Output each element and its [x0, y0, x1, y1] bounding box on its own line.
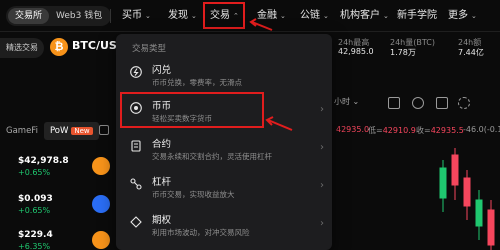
chevron-down-icon: ⌄ — [280, 12, 286, 20]
menu-item-desc: 币币交易，实现收益放大 — [152, 190, 235, 199]
chevron-down-icon: ⌄ — [191, 12, 197, 20]
market-tabs: GameFi PoW New — [0, 122, 99, 140]
menu-item-label: 闪兑 — [152, 65, 172, 76]
chevron-down-icon: ⌄ — [323, 12, 329, 20]
divider — [110, 9, 111, 23]
segment-switch[interactable]: 交易所 Web3 钱包 — [6, 6, 112, 26]
nav-more[interactable]: 更多 ⌄ — [448, 7, 477, 25]
nav-buy-crypto[interactable]: 买币 ⌄ — [122, 7, 151, 25]
options-icon — [130, 216, 142, 228]
chevron-down-icon: ⌄ — [471, 12, 477, 20]
menu-item-label: 合约 — [152, 139, 172, 150]
ohlc-open: 42935.0 — [336, 125, 370, 134]
draw-icon[interactable] — [412, 97, 424, 109]
bitcoin-icon: ₿ — [50, 38, 68, 56]
coin-icon — [92, 195, 110, 213]
new-badge: New — [71, 127, 93, 135]
candlestick-chart[interactable] — [330, 140, 500, 250]
menu-item-desc: 交易永续和交割合约，灵活使用杠杆 — [152, 152, 272, 161]
menu-item-options[interactable]: 期权 利用市场波动，对冲交易风险 › — [116, 210, 332, 246]
dropdown-title: 交易类型 — [132, 44, 167, 54]
segment-web3-wallet[interactable]: Web3 钱包 — [49, 8, 109, 24]
menu-item-flash-swap[interactable]: 闪兑 币币兑换，零费率，无滑点 — [116, 60, 332, 96]
filter-icon[interactable] — [99, 125, 109, 135]
market-price: $229.4 — [18, 230, 53, 240]
menu-item-label: 杠杆 — [152, 177, 172, 188]
layout-icon[interactable] — [436, 97, 448, 109]
tab-pow[interactable]: PoW New — [43, 122, 99, 140]
market-price: $42,978.8 — [18, 156, 69, 166]
chevron-right-icon: › — [320, 104, 324, 115]
stat-value: 7.44亿 — [458, 48, 484, 57]
timeframe-selector[interactable]: 小时 ⌄ — [334, 96, 359, 107]
lightning-icon — [130, 66, 142, 78]
ohlc-low: 低=42910.9 — [368, 126, 416, 135]
chevron-down-icon: ⌄ — [383, 12, 389, 20]
chevron-right-icon: › — [320, 142, 324, 153]
chevron-right-icon: › — [320, 218, 324, 229]
menu-item-contract[interactable]: 合约 交易永续和交割合约，灵活使用杠杆 › — [116, 134, 332, 170]
market-change: +0.65% — [18, 206, 51, 215]
nav-academy[interactable]: 新手学院 — [397, 7, 437, 25]
highlight-box-trade — [203, 2, 245, 29]
arrow-annotation — [265, 116, 293, 131]
highlight-box-spot — [120, 92, 264, 128]
menu-item-desc: 币币兑换，零费率，无滑点 — [152, 78, 242, 87]
nav-discover[interactable]: 发现 ⌄ — [168, 7, 197, 25]
trade-type-dropdown: 交易类型 闪兑 币币兑换，零费率，无滑点 币币 轻松买卖数字货币 › 合约 交易… — [116, 34, 332, 250]
menu-item-margin[interactable]: 杠杆 币币交易，实现收益放大 › — [116, 172, 332, 208]
market-change: +6.35% — [18, 242, 51, 250]
segment-exchange[interactable]: 交易所 — [8, 8, 50, 24]
menu-item-label: 期权 — [152, 215, 172, 226]
nav-chain[interactable]: 公链 ⌄ — [300, 7, 329, 25]
chevron-down-icon: ⌄ — [145, 12, 151, 20]
coin-icon — [92, 157, 110, 175]
contract-icon — [131, 140, 141, 152]
leverage-icon — [130, 178, 142, 190]
settings-icon[interactable] — [458, 97, 470, 109]
indicator-icon[interactable] — [388, 97, 400, 109]
chevron-right-icon: › — [320, 180, 324, 191]
stat-value: 42,985.0 — [338, 47, 374, 56]
market-change: +0.65% — [18, 168, 51, 177]
market-price: $0.093 — [18, 194, 53, 204]
featured-trading-button[interactable]: 精选交易 — [0, 38, 44, 58]
coin-icon — [92, 231, 110, 249]
tab-gamefi[interactable]: GameFi — [0, 122, 44, 140]
ohlc-change: -46.0(-0.1 — [463, 125, 500, 134]
top-navigation: 交易所 Web3 钱包 买币 ⌄ 发现 ⌄ 交易 ⌃ 金融 ⌄ 公链 ⌄ 机构客户 ⌄ 新手… — [0, 0, 500, 32]
arrow-annotation — [249, 18, 273, 31]
nav-institutional[interactable]: 机构客户 ⌄ — [340, 7, 389, 25]
stat-value: 1.78万 — [390, 48, 416, 57]
menu-item-desc: 利用市场波动，对冲交易风险 — [152, 228, 250, 237]
ohlc-close: 收=42935.5 — [416, 126, 464, 135]
